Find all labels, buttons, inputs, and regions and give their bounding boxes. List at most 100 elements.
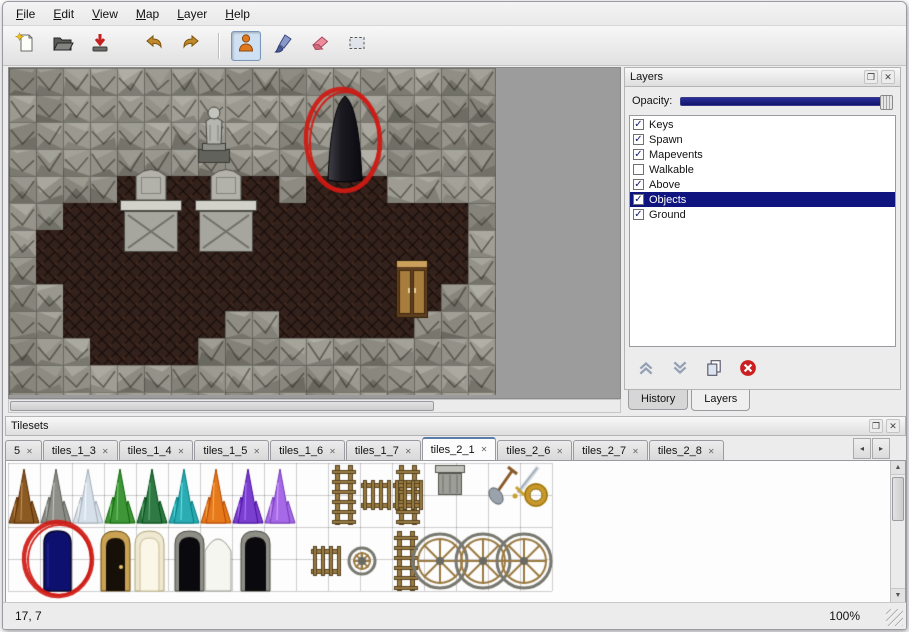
status-bar: 17, 7 100% — [3, 602, 906, 629]
layer-visibility-checkbox[interactable]: ✓ — [633, 134, 644, 145]
scroll-down-icon[interactable]: ▼ — [891, 588, 905, 602]
tileset-tab-tiles_1_4[interactable]: tiles_1_4 ✕ — [119, 440, 194, 460]
scroll-up-icon[interactable]: ▲ — [891, 461, 905, 475]
tab-close-icon[interactable]: ✕ — [481, 445, 488, 454]
layer-row-mapevents[interactable]: ✓ Mapevents — [630, 147, 895, 162]
brush-tool-button[interactable] — [268, 31, 298, 61]
layer-row-above[interactable]: ✓Above — [630, 177, 895, 192]
menu-help[interactable]: Help — [216, 2, 259, 25]
person-icon — [235, 32, 257, 59]
layer-visibility-checkbox[interactable]: ✓ — [633, 194, 644, 205]
close-icon[interactable]: ✕ — [881, 70, 895, 84]
tab-close-icon[interactable]: ✕ — [102, 447, 109, 456]
layers-dock-titlebar: Layers ❐ ✕ — [624, 67, 901, 87]
brush-icon — [272, 32, 294, 59]
tab-scroll-right-icon[interactable]: ▸ — [872, 438, 890, 459]
tab-close-icon[interactable]: ✕ — [329, 447, 336, 456]
tileset-canvas[interactable] — [6, 461, 890, 601]
tab-close-icon[interactable]: ✕ — [405, 447, 412, 456]
tab-close-icon[interactable]: ✕ — [26, 447, 33, 456]
menu-bar: FileEditViewMapLayerHelp — [3, 2, 906, 26]
tileset-tab-tiles_1_3[interactable]: tiles_1_3✕ — [43, 440, 118, 460]
tab-label: 5 — [14, 445, 20, 457]
tab-label: tiles_2_6 — [506, 445, 550, 457]
layers-dock: Layers ❐ ✕ Opacity: ✓Keys✓Spawn✓Mapevent… — [624, 67, 901, 412]
menu-edit[interactable]: Edit — [44, 2, 83, 25]
layer-row-spawn[interactable]: ✓Spawn — [630, 132, 895, 147]
layer-visibility-checkbox[interactable]: ✓ — [633, 209, 644, 220]
tab-label: tiles_1_6 — [279, 445, 323, 457]
layer-name: Objects — [649, 194, 686, 206]
eraser-tool-button[interactable] — [305, 31, 335, 61]
duplicate-layer-button[interactable] — [703, 359, 725, 381]
layer-name: Mapevents — [649, 149, 703, 161]
layer-visibility-checkbox[interactable]: ✓ — [633, 119, 644, 130]
tileset-tab-tiles_1_5[interactable]: tiles_1_5✕ — [194, 440, 269, 460]
tileset-vertical-scrollbar[interactable]: ▲ ▼ — [890, 461, 905, 602]
undo-button[interactable] — [139, 31, 169, 61]
chevrons-up-icon — [637, 359, 655, 382]
layer-name: Walkable — [649, 164, 694, 176]
layer-visibility-checkbox[interactable] — [633, 164, 644, 175]
float-icon[interactable]: ❐ — [869, 419, 883, 433]
layer-row-objects[interactable]: ✓ Objects — [630, 192, 895, 207]
tab-close-icon[interactable]: ✕ — [708, 447, 715, 456]
tab-label: tiles_1_4 — [128, 445, 172, 457]
layer-visibility-checkbox[interactable]: ✓ — [633, 179, 644, 190]
tileset-tab-tiles_2_1[interactable]: tiles_2_1✕ — [422, 437, 497, 460]
delete-icon — [739, 359, 757, 382]
dock-tab-history[interactable]: History — [628, 390, 688, 410]
tab-scroll-left-icon[interactable]: ◂ — [853, 438, 871, 459]
tileset-tab-tiles_2_8[interactable]: tiles_2_8✕ — [649, 440, 724, 460]
layer-row-keys[interactable]: ✓ Keys — [630, 117, 895, 132]
menu-file[interactable]: File — [7, 2, 44, 25]
menu-layer[interactable]: Layer — [168, 2, 216, 25]
tileset-tab-5[interactable]: 5✕ — [5, 440, 42, 460]
open-map-button[interactable] — [48, 31, 78, 61]
scrollbar-thumb[interactable] — [892, 477, 904, 521]
opacity-label: Opacity: — [632, 95, 672, 107]
entity-tool-button[interactable] — [231, 31, 261, 61]
layer-row-walkable[interactable]: Walkable — [630, 162, 895, 177]
map-canvas[interactable] — [9, 68, 496, 395]
duplicate-icon — [705, 359, 723, 382]
opacity-slider-handle[interactable] — [880, 95, 893, 110]
float-icon[interactable]: ❐ — [864, 70, 878, 84]
delete-layer-button[interactable] — [737, 359, 759, 381]
raise-layer-button[interactable] — [635, 359, 657, 381]
menu-map[interactable]: Map — [127, 2, 168, 25]
scrollbar-thumb[interactable] — [10, 401, 434, 411]
lower-layer-button[interactable] — [669, 359, 691, 381]
tileset-tab-tiles_2_7[interactable]: tiles_2_7✕ — [573, 440, 648, 460]
select-tool-button[interactable] — [342, 31, 372, 61]
layer-list: ✓Keys✓Spawn✓MapeventsWalkable✓Above✓Obje… — [629, 115, 896, 347]
tab-close-icon[interactable]: ✕ — [178, 447, 185, 456]
new-file-icon — [15, 32, 37, 59]
eraser-icon — [309, 32, 331, 59]
close-icon[interactable]: ✕ — [886, 419, 900, 433]
tab-label: tiles_1_7 — [355, 445, 399, 457]
new-map-button[interactable] — [11, 31, 41, 61]
tilesets-dock: Tilesets ❐ ✕ 5✕tiles_1_3✕tiles_1_4✕tiles… — [5, 416, 906, 603]
resize-grip[interactable] — [886, 609, 903, 626]
tileset-tab-tiles_1_6[interactable]: tiles_1_6 ✕ — [270, 440, 345, 460]
dock-tab-layers[interactable]: Layers — [691, 390, 750, 411]
map-viewport[interactable] — [8, 67, 621, 399]
tab-scroll-arrows: ◂ ▸ — [852, 438, 890, 459]
tab-close-icon[interactable]: ✕ — [632, 447, 639, 456]
dock-bottom-tabs: HistoryLayers — [624, 390, 901, 412]
select-rect-icon — [346, 32, 368, 59]
layer-visibility-checkbox[interactable]: ✓ — [633, 149, 644, 160]
layer-name: Keys — [649, 119, 673, 131]
layer-row-ground[interactable]: ✓Ground — [630, 207, 895, 222]
tab-close-icon[interactable]: ✕ — [556, 447, 563, 456]
tileset-tab-tiles_1_7[interactable]: tiles_1_7 ✕ — [346, 440, 421, 460]
redo-button[interactable] — [176, 31, 206, 61]
menu-view[interactable]: View — [83, 2, 127, 25]
opacity-slider[interactable] — [680, 97, 893, 106]
tab-close-icon[interactable]: ✕ — [253, 447, 260, 456]
tileset-tab-tiles_2_6[interactable]: tiles_2_6 ✕ — [497, 440, 572, 460]
save-icon — [89, 32, 111, 59]
map-horizontal-scrollbar[interactable] — [8, 399, 621, 413]
save-map-button[interactable] — [85, 31, 115, 61]
